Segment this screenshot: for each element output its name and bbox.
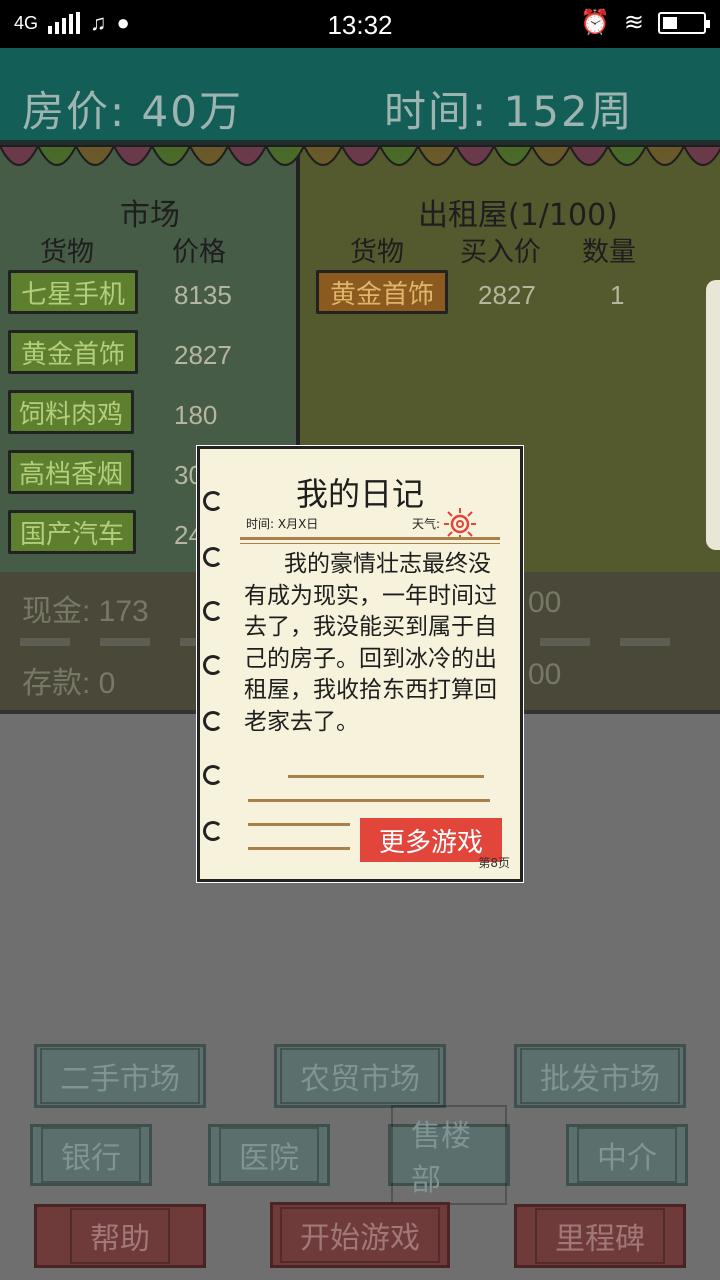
awning-scallop	[74, 145, 116, 166]
second-hand-market-button[interactable]: 二手市场	[34, 1044, 206, 1108]
rental-item-button[interactable]: 黄金首饰	[316, 270, 448, 314]
market-item-price: 180	[174, 400, 218, 430]
status-bar: 4G ♫ ● 13:32 ⏰ ≋	[0, 0, 720, 48]
side-tab[interactable]	[706, 280, 720, 550]
market-item-button[interactable]: 饲料肉鸡	[8, 390, 134, 434]
hospital-button[interactable]: 医院	[208, 1124, 330, 1186]
awning-scallop	[188, 145, 230, 166]
agency-button[interactable]: 中介	[566, 1124, 688, 1186]
diary-rule	[288, 775, 484, 778]
road-dash	[100, 638, 150, 646]
battery-level	[663, 16, 677, 29]
sales-office-button[interactable]: 售楼部	[388, 1105, 510, 1205]
spiral-ring-icon	[203, 491, 223, 511]
road-dash	[20, 638, 70, 646]
deposit-value: 存款: 0	[22, 667, 116, 700]
market-title: 市场	[120, 198, 180, 233]
diary-rule	[248, 847, 350, 850]
rental-item-qty: 1	[610, 280, 625, 310]
button-label: 批发市场	[520, 1048, 680, 1104]
market-item-button[interactable]: 七星手机	[8, 270, 138, 314]
wifi-icon: ≋	[623, 9, 644, 36]
market-item-button[interactable]: 高档香烟	[8, 450, 134, 494]
diary-page-number: 第8页	[478, 856, 510, 870]
diary-body: 我的豪情壮志最终没有成为现实，一年时间过去了，我没能买到属于自己的房子。回到冰冷…	[244, 551, 497, 735]
awning-scallop	[416, 145, 458, 166]
spiral-ring-icon	[203, 821, 223, 841]
market-col-price: 价格	[172, 237, 226, 268]
diary-date: 时间: X月X日	[246, 517, 319, 531]
diary-rule	[248, 823, 350, 826]
awning-scallop	[112, 145, 154, 166]
diary-rule	[240, 537, 500, 540]
awning-scallop	[0, 145, 40, 166]
spiral-ring-icon	[203, 547, 223, 567]
button-label: 售楼部	[391, 1105, 507, 1205]
header-bar: 房价: 40万 时间: 152周	[0, 48, 720, 148]
diary-rule	[240, 543, 500, 544]
rental-col-goods: 货物	[350, 237, 404, 268]
awning-scallop	[644, 145, 686, 166]
awning-scallop	[568, 145, 610, 166]
awning-scallop	[264, 145, 306, 166]
market-col-goods: 货物	[40, 237, 94, 268]
awning-scallop	[492, 145, 534, 166]
awning-decoration	[0, 140, 720, 166]
button-label: 里程碑	[535, 1208, 665, 1264]
market-item-price: 2827	[174, 340, 232, 370]
diary-dialog: 我的日记 时间: X月X日 天气: 我的豪情壮志最终没有成为现实，一年时间过去了…	[197, 446, 523, 882]
button-label: 开始游戏	[280, 1207, 440, 1263]
road-dash	[620, 638, 670, 646]
diary-rule	[248, 799, 490, 802]
rental-col-qty: 数量	[582, 237, 636, 268]
awning-scallop	[378, 145, 420, 166]
diary-weather-label: 天气:	[412, 517, 441, 531]
milestone-button[interactable]: 里程碑	[514, 1204, 686, 1268]
awning-scallop	[606, 145, 648, 166]
button-label: 二手市场	[40, 1048, 200, 1104]
help-button[interactable]: 帮助	[34, 1204, 206, 1268]
battery-icon	[658, 11, 710, 34]
deposit-right-value: 00	[528, 658, 562, 691]
spiral-ring-icon	[203, 655, 223, 675]
button-label: 帮助	[70, 1208, 170, 1264]
bank-button[interactable]: 银行	[30, 1124, 152, 1186]
cash-right-value: 00	[528, 586, 562, 619]
start-game-button[interactable]: 开始游戏	[270, 1202, 450, 1268]
sun-icon	[444, 508, 476, 540]
game-time: 时间: 152周	[384, 87, 634, 136]
awning-scallop	[150, 145, 192, 166]
button-label: 医院	[219, 1127, 319, 1183]
spiral-ring-icon	[203, 601, 223, 621]
market-item-price: 8135	[174, 280, 232, 310]
spiral-ring-icon	[203, 711, 223, 731]
awning-scallop	[226, 145, 268, 166]
wholesale-market-button[interactable]: 批发市场	[514, 1044, 686, 1108]
awning-scallop	[302, 145, 344, 166]
market-item-button[interactable]: 黄金首饰	[8, 330, 138, 374]
awning-scallop	[682, 145, 720, 166]
awning-scallop	[340, 145, 382, 166]
rental-item-buy-price: 2827	[478, 280, 536, 310]
awning-scallop	[530, 145, 572, 166]
button-label: 银行	[41, 1127, 141, 1183]
spiral-ring-icon	[203, 765, 223, 785]
road-dash	[540, 638, 590, 646]
rental-title: 出租屋(1/100)	[418, 198, 618, 233]
button-label: 农贸市场	[280, 1048, 440, 1104]
awning-scallop	[454, 145, 496, 166]
awning-scallop	[36, 145, 78, 166]
button-label: 中介	[577, 1127, 677, 1183]
cash-value: 现金: 173	[22, 595, 149, 628]
rental-col-buy-price: 买入价	[460, 237, 541, 268]
house-price: 房价: 40万	[22, 87, 243, 136]
farmers-market-button[interactable]: 农贸市场	[274, 1044, 446, 1108]
alarm-icon: ⏰	[580, 9, 610, 36]
market-item-button[interactable]: 国产汽车	[8, 510, 136, 554]
